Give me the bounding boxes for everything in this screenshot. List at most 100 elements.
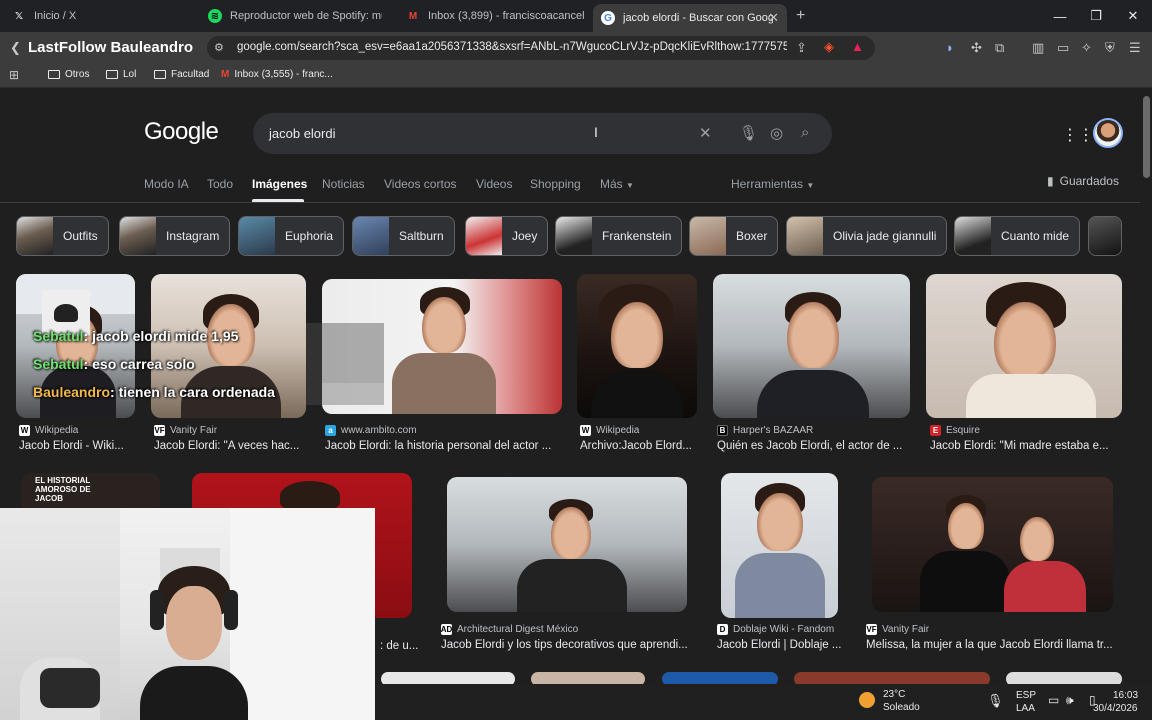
- image-result[interactable]: [713, 274, 910, 418]
- chip-saltburn[interactable]: Saltburn: [352, 216, 455, 256]
- stream-overlay-title: LastFollow Bauleandro: [28, 39, 194, 56]
- image-caption[interactable]: : de u...: [380, 640, 420, 652]
- audio-icon[interactable]: ◗: [946, 40, 954, 55]
- new-tab-button[interactable]: +: [796, 0, 805, 32]
- chip-thumbnail: [787, 217, 823, 255]
- chip-thumbnail: [1089, 217, 1121, 255]
- maximize-button[interactable]: ❐: [1078, 0, 1114, 32]
- chip-cuanto-mide[interactable]: Cuanto mide: [954, 216, 1081, 256]
- extensions-icon[interactable]: ✣: [971, 40, 982, 56]
- leo-icon[interactable]: ✧: [1081, 40, 1092, 56]
- site-settings-icon[interactable]: ⚙: [214, 41, 224, 54]
- tools-button[interactable]: Herramientas ▼: [731, 177, 814, 191]
- sidebar-icon[interactable]: ▥: [1032, 40, 1044, 56]
- tab-imagenes[interactable]: Imágenes: [252, 177, 307, 191]
- tab-videos[interactable]: Videos: [476, 177, 512, 191]
- vpn-icon[interactable]: ⛨: [1105, 40, 1115, 56]
- image-caption[interactable]: Quién es Jacob Elordi, el actor de ...: [717, 440, 909, 452]
- weather-sun-icon[interactable]: [859, 692, 875, 708]
- image-caption[interactable]: Jacob Elordi | Doblaje ...: [717, 639, 847, 651]
- brave-shield-icon[interactable]: ◈: [824, 39, 834, 55]
- screenshot-icon[interactable]: ⧉: [995, 40, 1004, 56]
- chip-frankenstein[interactable]: Frankenstein: [555, 216, 683, 256]
- image-source[interactable]: VF Vanity Fair: [154, 425, 217, 436]
- plus-icon: +: [796, 7, 806, 24]
- search-input[interactable]: jacob elordi: [269, 126, 336, 141]
- minimize-button[interactable]: —: [1042, 0, 1078, 32]
- microphone-icon[interactable]: 🎙: [987, 693, 1004, 709]
- microphone-icon[interactable]: 🎙: [739, 124, 758, 142]
- image-caption[interactable]: Jacob Elordi - Wiki...: [19, 440, 137, 452]
- apps-grid-icon[interactable]: ⊞: [9, 68, 19, 82]
- google-logo[interactable]: Google: [144, 118, 219, 146]
- ambito-icon: a: [325, 425, 336, 436]
- tab-shopping[interactable]: Shopping: [530, 177, 581, 191]
- weather-temp[interactable]: 23°C: [883, 689, 905, 700]
- lens-icon[interactable]: ◎: [770, 124, 783, 142]
- chip-euphoria[interactable]: Euphoria: [238, 216, 345, 256]
- image-caption[interactable]: Jacob Elordi y los tips decorativos que …: [441, 639, 691, 651]
- tab-noticias[interactable]: Noticias: [322, 177, 365, 191]
- image-caption[interactable]: Jacob Elordi: "A veces hac...: [154, 440, 304, 452]
- saved-button[interactable]: ▮ Guardados: [1047, 174, 1119, 188]
- clock-time[interactable]: 16:03: [1113, 690, 1138, 701]
- chip-more[interactable]: [1088, 216, 1122, 256]
- image-result[interactable]: [721, 473, 838, 618]
- rewards-icon[interactable]: ▲: [851, 39, 864, 54]
- tab-todo[interactable]: Todo: [207, 177, 233, 191]
- back-icon[interactable]: ❮: [10, 40, 21, 56]
- bookmark-otros[interactable]: Otros: [48, 69, 89, 80]
- scrollbar[interactable]: [1143, 96, 1150, 178]
- close-window-button[interactable]: ✕: [1115, 0, 1151, 32]
- gmail-icon: M: [408, 10, 418, 22]
- chip-thumbnail: [466, 217, 502, 255]
- volume-icon[interactable]: 🕪: [1066, 693, 1074, 708]
- text-cursor-icon: I: [594, 124, 598, 140]
- bookmark-inbox[interactable]: M Inbox (3,555) - franc...: [221, 69, 333, 80]
- share-icon[interactable]: ⇪: [796, 40, 807, 56]
- chip-instagram[interactable]: Instagram: [119, 216, 231, 256]
- weather-condition[interactable]: Soleado: [883, 702, 920, 713]
- image-result[interactable]: [577, 274, 697, 418]
- search-icon[interactable]: ⌕: [801, 124, 809, 141]
- image-source[interactable]: W Wikipedia: [580, 425, 639, 436]
- url-text[interactable]: google.com/search?sca_esv=e6aa1a20563713…: [237, 41, 787, 53]
- image-source[interactable]: D Doblaje Wiki - Fandom: [717, 624, 834, 635]
- tab-mas[interactable]: Más ▼: [600, 177, 634, 191]
- image-source[interactable]: AD Architectural Digest México: [441, 624, 578, 635]
- image-source[interactable]: W Wikipedia: [19, 425, 78, 436]
- input-layout[interactable]: LAA: [1016, 703, 1035, 714]
- image-caption[interactable]: Archivo:Jacob Elord...: [580, 440, 698, 452]
- tab-google-active[interactable]: G jacob elordi - Buscar con Google ✕: [593, 4, 787, 32]
- chip-joey[interactable]: Joey: [465, 216, 549, 256]
- image-caption[interactable]: Jacob Elordi: "Mi madre estaba e...: [930, 440, 1116, 452]
- image-caption[interactable]: Melissa, la mujer a la que Jacob Elordi …: [866, 639, 1116, 651]
- image-result[interactable]: [447, 477, 687, 612]
- tab-x[interactable]: 𝕏 Inicio / X: [12, 0, 192, 32]
- close-tab-icon[interactable]: ✕: [768, 10, 779, 26]
- tab-gmail[interactable]: M Inbox (3,899) - franciscoacancela@gr: [406, 0, 586, 32]
- wallet-icon[interactable]: ▭: [1057, 40, 1069, 56]
- menu-icon[interactable]: ☰: [1129, 40, 1141, 56]
- clear-icon[interactable]: ✕: [699, 124, 712, 142]
- avatar[interactable]: [1093, 118, 1123, 148]
- image-result[interactable]: EL HISTORIAL AMOROSO DE JACOB: [21, 473, 160, 513]
- image-source[interactable]: a www.ambito.com: [325, 425, 417, 436]
- image-source[interactable]: B Harper's BAZAAR: [717, 425, 813, 436]
- bookmark-lol[interactable]: Lol: [106, 69, 136, 80]
- monitor-icon[interactable]: ▭: [1048, 693, 1059, 707]
- image-result[interactable]: [872, 477, 1113, 612]
- tab-videos-cortos[interactable]: Videos cortos: [384, 177, 457, 191]
- image-result[interactable]: [926, 274, 1122, 418]
- bookmark-facultad[interactable]: Facultad: [154, 69, 209, 80]
- image-source[interactable]: E Esquire: [930, 425, 980, 436]
- image-source[interactable]: VF Vanity Fair: [866, 624, 929, 635]
- chip-boxer[interactable]: Boxer: [689, 216, 779, 256]
- image-caption[interactable]: Jacob Elordi: la historia personal del a…: [325, 440, 561, 452]
- chip-outfits[interactable]: Outfits: [16, 216, 109, 256]
- clock-date[interactable]: 30/4/2026: [1093, 703, 1138, 714]
- tab-modo-ia[interactable]: Modo IA: [144, 177, 189, 191]
- input-language[interactable]: ESP: [1016, 690, 1036, 701]
- chip-olivia-jade-giannulli[interactable]: Olivia jade giannulli: [786, 216, 948, 256]
- tab-spotify[interactable]: ≋ Reproductor web de Spotify: música: [208, 0, 388, 32]
